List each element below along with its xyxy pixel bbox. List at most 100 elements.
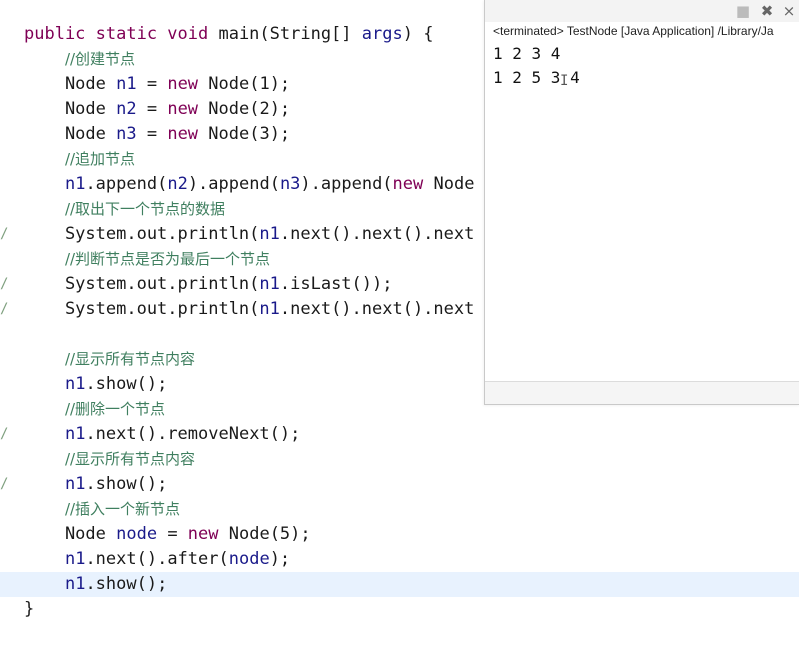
code-variable: n1	[64, 424, 86, 444]
console-view[interactable]: ■ ✖ ⨯ <terminated> TestNode [Java Applic…	[484, 0, 799, 405]
code-comment: //显示所有节点内容	[64, 350, 196, 368]
code-variable: n1	[64, 374, 86, 394]
remove-launch-icon[interactable]: ✖	[759, 3, 775, 19]
code-line[interactable]: //删除一个节点	[0, 397, 165, 422]
code-token: .isLast());	[279, 274, 393, 294]
code-line[interactable]: n1.show();	[0, 372, 167, 397]
code-token: .next().removeNext();	[85, 424, 301, 444]
code-line[interactable]: //创建节点	[0, 47, 135, 72]
code-variable: n1	[64, 574, 86, 594]
code-line[interactable]: n1.show();	[0, 472, 167, 497]
code-variable: n1	[64, 474, 86, 494]
code-line[interactable]: //取出下一个节点的数据	[0, 197, 225, 222]
code-line[interactable]: }	[0, 597, 34, 622]
code-token: .append(	[85, 174, 168, 194]
code-line[interactable]: Node n3 = new Node(3);	[0, 122, 290, 147]
console-header: <terminated> TestNode [Java Application]…	[493, 24, 774, 38]
code-line[interactable]: //判断节点是否为最后一个节点	[0, 247, 270, 272]
code-line[interactable]: Node node = new Node(5);	[0, 522, 311, 547]
code-token: .next().next().next	[279, 224, 475, 244]
code-line[interactable]: System.out.println(n1.next().next().next	[0, 222, 474, 247]
code-line[interactable]: Node n2 = new Node(2);	[0, 97, 290, 122]
code-keyword: new	[392, 174, 424, 194]
code-token: ).append(	[300, 174, 393, 194]
code-line[interactable]: n1.show();	[0, 572, 799, 597]
code-comment: //显示所有节点内容	[64, 450, 196, 468]
code-token: Node	[24, 99, 117, 119]
code-keyword: new	[167, 74, 199, 94]
code-variable: n2	[167, 174, 188, 194]
code-token: Node	[24, 124, 117, 144]
code-token: System.out.println(	[24, 299, 260, 319]
code-token: ) {	[402, 24, 434, 44]
code-token: .show();	[85, 374, 168, 394]
code-line[interactable]: Node n1 = new Node(1);	[0, 72, 290, 97]
gutter-mark-icon: /	[0, 426, 9, 442]
code-line[interactable]: //显示所有节点内容	[0, 447, 195, 472]
code-line[interactable]: public static void main(String[] args) {	[0, 22, 433, 47]
code-line[interactable]	[0, 322, 24, 347]
code-token: main(String[]	[218, 24, 362, 44]
code-line[interactable]: n1.append(n2).append(n3).append(new Node	[0, 172, 475, 197]
code-keyword: new	[187, 524, 219, 544]
code-line[interactable]: n1.next().removeNext();	[0, 422, 300, 447]
code-line[interactable]: //插入一个新节点	[0, 497, 180, 522]
code-comment: //追加节点	[64, 150, 136, 168]
code-variable: n1	[259, 274, 280, 294]
code-token: .show();	[85, 574, 168, 594]
code-token: .show();	[85, 474, 168, 494]
code-comment: //插入一个新节点	[64, 500, 181, 518]
code-variable: n1	[259, 224, 280, 244]
code-token: Node(3);	[198, 124, 291, 144]
code-token: );	[269, 549, 291, 569]
code-variable: args	[361, 24, 403, 44]
code-variable: n2	[116, 99, 137, 119]
code-token: =	[136, 124, 168, 144]
code-token: Node(2);	[198, 99, 291, 119]
code-token: System.out.println(	[24, 274, 260, 294]
code-variable: n3	[279, 174, 301, 194]
remove-all-terminated-icon[interactable]: ⨯	[781, 3, 797, 19]
gutter-mark-icon: /	[0, 301, 9, 317]
code-variable: node	[228, 549, 270, 569]
code-line[interactable]: //显示所有节点内容	[0, 347, 195, 372]
console-horizontal-scrollbar[interactable]	[485, 381, 799, 404]
console-output-line: 1 2 3 4	[493, 44, 561, 63]
code-token: =	[136, 74, 168, 94]
gutter-mark-icon: /	[0, 476, 9, 492]
code-line[interactable]: //追加节点	[0, 147, 135, 172]
gutter-mark-icon: /	[0, 226, 9, 242]
code-comment: //取出下一个节点的数据	[64, 200, 226, 218]
code-keyword: public static void	[24, 24, 219, 44]
stop-icon[interactable]: ■	[735, 3, 751, 19]
code-token: =	[136, 99, 168, 119]
code-keyword: new	[167, 124, 199, 144]
console-toolbar: ■ ✖ ⨯	[485, 0, 799, 22]
code-token: =	[157, 524, 188, 544]
text-cursor-icon: I	[560, 73, 569, 89]
code-comment: //判断节点是否为最后一个节点	[64, 250, 271, 268]
code-token: Node(5);	[218, 524, 311, 544]
code-line[interactable]: System.out.println(n1.isLast());	[0, 272, 393, 297]
code-comment: //创建节点	[64, 50, 136, 68]
code-variable: n1	[64, 549, 86, 569]
code-variable: n1	[64, 174, 86, 194]
code-line[interactable]: System.out.println(n1.next().next().next	[0, 297, 474, 322]
code-comment: //删除一个节点	[64, 400, 166, 418]
code-line[interactable]: n1.next().after(node);	[0, 547, 290, 572]
code-token: .next().after(	[85, 549, 229, 569]
code-token: Node(1);	[198, 74, 291, 94]
code-token: System.out.println(	[24, 224, 260, 244]
gutter-mark-icon: /	[0, 276, 9, 292]
code-keyword: new	[167, 99, 199, 119]
